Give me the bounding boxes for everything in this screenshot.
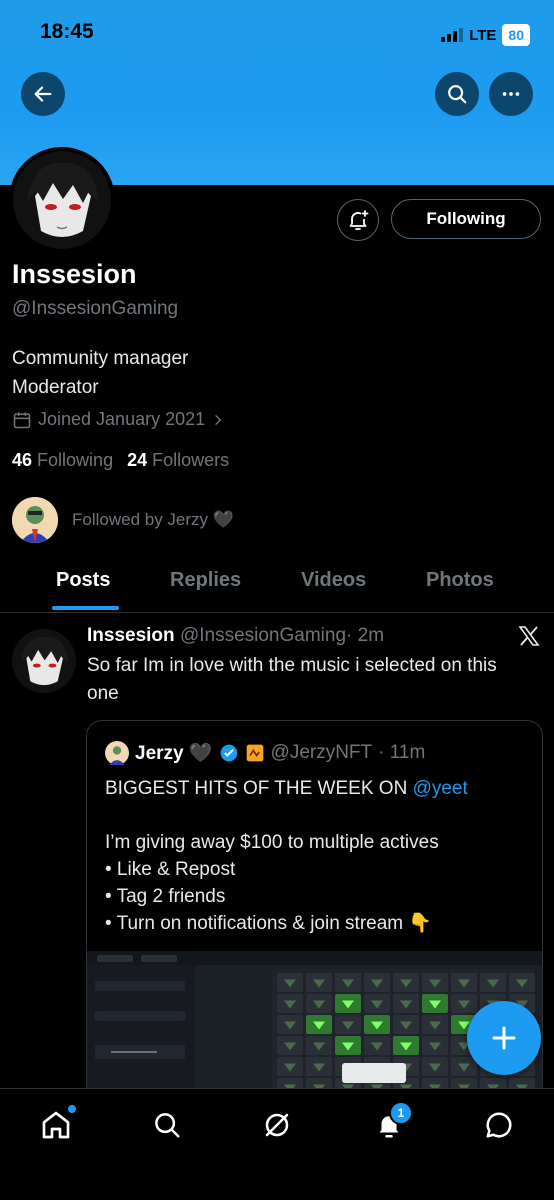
tab-photos[interactable]: Photos: [426, 569, 494, 592]
signal-icon: [441, 28, 464, 42]
profile-bio: Community manager Moderator: [12, 344, 188, 402]
followers-count: 24: [127, 450, 148, 470]
following-count: 46: [12, 450, 33, 470]
tweet-text: So far Im in love with the music i selec…: [87, 655, 497, 704]
follower-avatar-image: [12, 497, 58, 543]
followers-label: Followers: [152, 450, 230, 470]
more-button[interactable]: [489, 72, 533, 116]
plus-icon: [492, 1026, 516, 1050]
calendar-icon: [13, 412, 31, 428]
message-icon: [486, 1112, 512, 1138]
quote-author-handle: @JerzyNFT: [270, 742, 373, 763]
tab-videos[interactable]: Videos: [301, 569, 366, 592]
tweet-time: · 2m: [346, 625, 385, 646]
x-logo-icon: [517, 624, 541, 653]
quote-time: · 11m: [378, 742, 426, 763]
bio-line: Community manager: [12, 348, 189, 369]
bottom-navigation: 1: [0, 1088, 554, 1200]
quote-bullet: • Turn on notifications & join stream 👇: [105, 913, 433, 934]
followed-by-text: Followed by Jerzy 🖤: [72, 510, 234, 529]
verified-icon: [220, 744, 237, 762]
quote-line: I’m giving away $100 to multiple actives: [105, 832, 439, 853]
network-label: LTE: [469, 26, 497, 44]
avatar-image: [13, 151, 111, 249]
followers-link[interactable]: 24 Followers: [127, 450, 229, 471]
nav-home[interactable]: [38, 1105, 76, 1143]
battery-icon: 80: [502, 24, 530, 46]
tweet-header: Inssesion @InssesionGaming· 2m: [87, 625, 384, 647]
affiliate-badge-icon: [246, 744, 263, 762]
quote-bullet: • Like & Repost: [105, 859, 236, 880]
compose-button[interactable]: [467, 1001, 541, 1075]
quote-header: Jerzy 🖤 @JerzyNFT · 11m: [105, 741, 425, 765]
arrow-left-icon: [34, 86, 52, 102]
profile-name: Inssesion: [12, 259, 137, 289]
active-tab-indicator: [52, 606, 119, 610]
search-button[interactable]: [435, 72, 479, 116]
profile-avatar[interactable]: [9, 147, 115, 253]
profile-handle: @InssesionGaming: [12, 298, 179, 319]
back-button[interactable]: [21, 72, 65, 116]
bio-line: Moderator: [12, 377, 99, 398]
following-button[interactable]: Following: [391, 199, 541, 239]
more-icon: [502, 92, 520, 96]
followed-by[interactable]: Followed by Jerzy 🖤: [12, 497, 234, 543]
quote-line: BIGGEST HITS OF THE WEEK ON: [105, 778, 413, 799]
follower-avatar: [12, 497, 58, 543]
status-indicators: LTE 80: [441, 24, 530, 46]
follow-counts: 46 Following 24 Followers: [12, 450, 229, 471]
search-icon: [448, 85, 467, 104]
bell-plus-icon: [349, 210, 369, 230]
joined-text: Joined January 2021: [38, 409, 206, 429]
nav-notifications[interactable]: 1: [371, 1101, 413, 1143]
home-unread-dot: [68, 1105, 76, 1113]
tweet-avatar-image: [12, 629, 76, 693]
search-icon: [155, 1113, 180, 1138]
tab-posts[interactable]: Posts: [56, 569, 110, 592]
quote-avatar: [105, 741, 129, 765]
grok-icon: [265, 1113, 289, 1137]
mention-link[interactable]: @yeet: [413, 778, 468, 799]
nav-grok[interactable]: [259, 1107, 295, 1143]
notifications-badge: 1: [389, 1101, 413, 1125]
notify-button[interactable]: [337, 199, 379, 241]
tweet-avatar[interactable]: [12, 629, 76, 693]
tweet-author-handle: @InssesionGaming: [179, 625, 347, 646]
nav-search[interactable]: [149, 1107, 185, 1143]
quote-bullet: • Tag 2 friends: [105, 886, 226, 907]
quote-author-name: Jerzy 🖤: [135, 743, 213, 764]
status-time: 18:45: [40, 20, 94, 43]
following-link[interactable]: 46 Following: [12, 450, 113, 471]
nav-messages[interactable]: [481, 1107, 517, 1143]
tweet-author-name[interactable]: Inssesion: [87, 625, 175, 646]
tab-replies[interactable]: Replies: [170, 569, 241, 592]
following-label: Following: [37, 450, 114, 470]
joined-date[interactable]: Joined January 2021: [12, 409, 225, 430]
chevron-right-icon: [215, 414, 222, 425]
home-icon: [42, 1111, 70, 1139]
quote-text: BIGGEST HITS OF THE WEEK ON @yeet I’m gi…: [105, 775, 525, 937]
